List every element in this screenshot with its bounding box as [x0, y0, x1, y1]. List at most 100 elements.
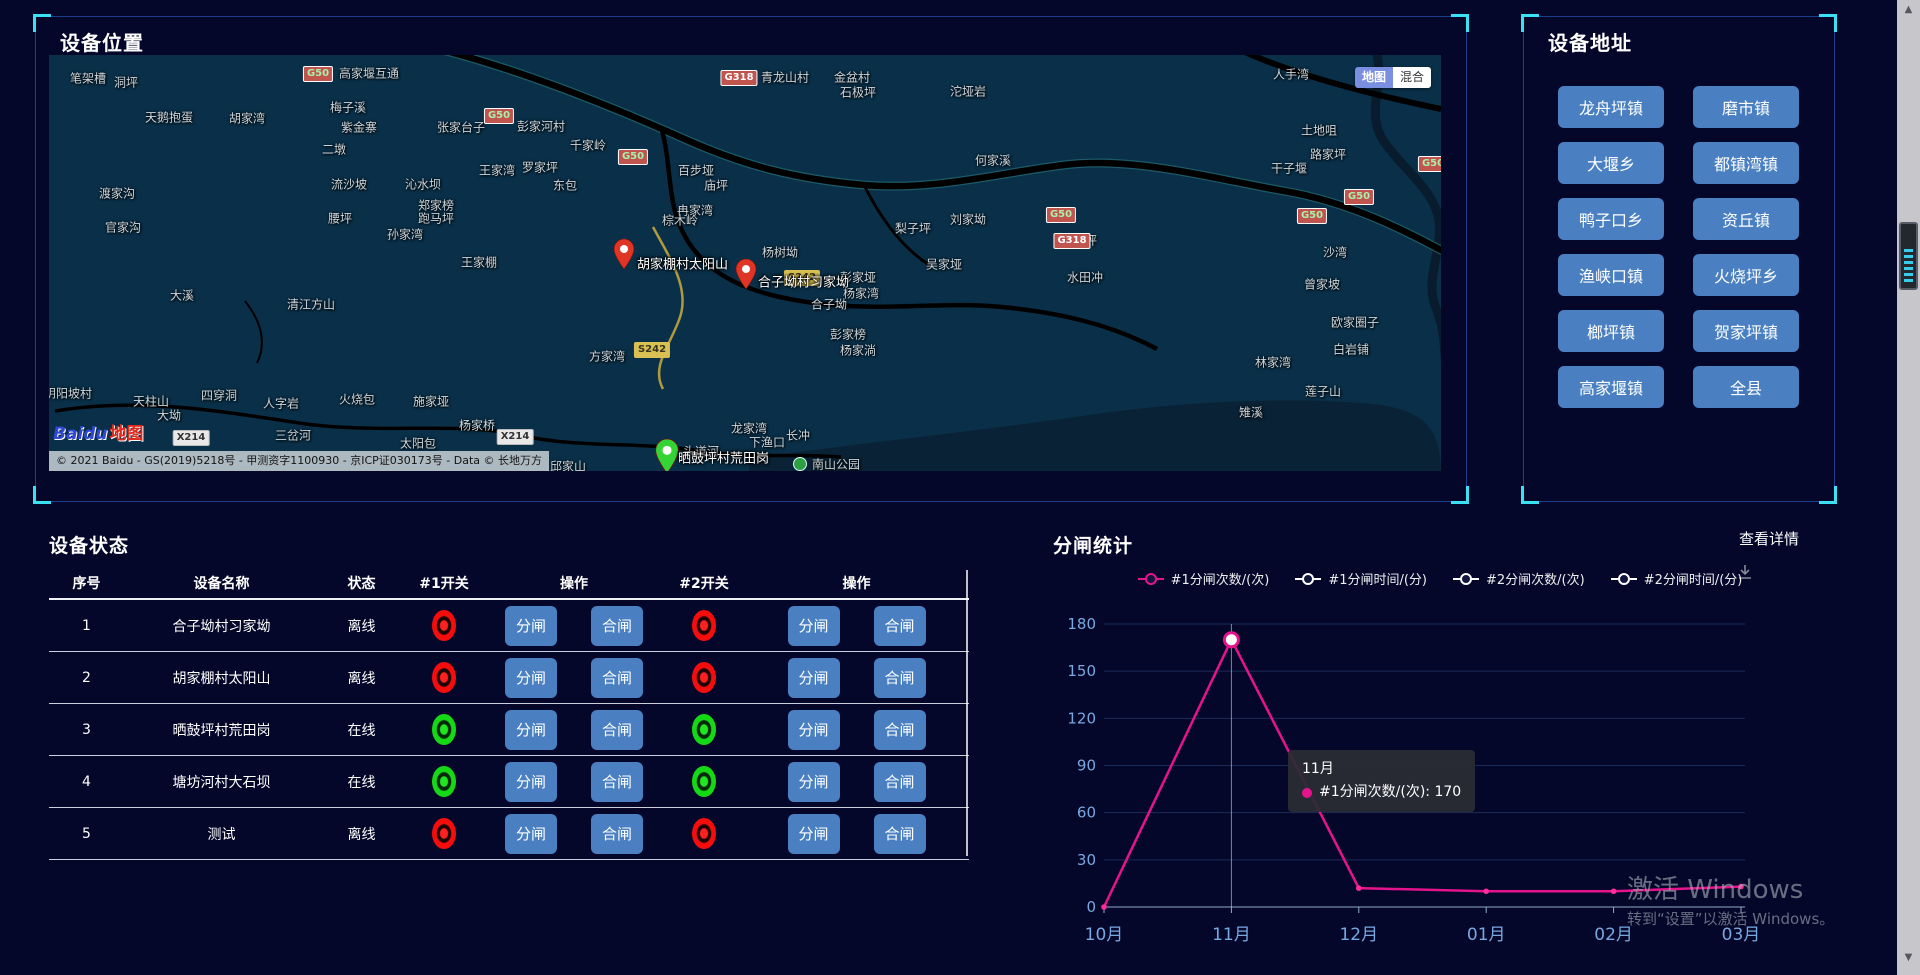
address-button-10[interactable]: 贺家坪镇	[1693, 310, 1799, 352]
operation2-cell: 分闸合闸	[744, 814, 969, 854]
map-place-label: 渡家沟	[99, 185, 135, 202]
close-switch2-button[interactable]: 合闸	[874, 606, 926, 646]
close-switch2-button[interactable]: 合闸	[874, 710, 926, 750]
open-switch1-button[interactable]: 分闸	[505, 658, 557, 698]
table-scrollbar[interactable]	[966, 570, 968, 856]
address-button-7[interactable]: 渔峡口镇	[1558, 254, 1664, 296]
legend-item-4[interactable]: #2分闸时间/(分)	[1611, 569, 1743, 588]
road-badge-G50: G50	[618, 149, 648, 165]
table-row: 1合子坳村习家坳离线分闸合闸分闸合闸	[49, 600, 969, 652]
map-type-toggle[interactable]: 地图 混合	[1355, 67, 1431, 88]
map-place-label: 沙湾	[1323, 244, 1347, 261]
address-button-2[interactable]: 磨市镇	[1693, 86, 1799, 128]
close-switch1-button[interactable]: 合闸	[591, 606, 643, 646]
open-switch1-button[interactable]: 分闸	[505, 710, 557, 750]
switch1-cell	[404, 610, 484, 641]
switch2-cell	[664, 818, 744, 849]
map-marker-red-icon[interactable]	[735, 259, 757, 289]
map-place-label: 王家湾	[479, 162, 515, 179]
tooltip-series-dot	[1302, 788, 1312, 798]
close-switch2-button[interactable]: 合闸	[874, 814, 926, 854]
open-switch2-button[interactable]: 分闸	[788, 814, 840, 854]
close-switch1-button[interactable]: 合闸	[591, 762, 643, 802]
table-header-row: 序号设备名称状态#1开关操作#2开关操作	[49, 568, 969, 600]
view-details-link[interactable]: 查看详情	[1739, 528, 1799, 549]
legend-item-2[interactable]: #1分闸时间/(分)	[1295, 569, 1427, 588]
map-place-label: 流沙坡	[331, 176, 367, 193]
open-switch2-button[interactable]: 分闸	[788, 658, 840, 698]
map-place-label: 官家沟	[105, 219, 141, 236]
address-button-9[interactable]: 榔坪镇	[1558, 310, 1664, 352]
legend-line-icon	[1611, 578, 1637, 580]
scrollbar-thumb[interactable]	[1899, 222, 1918, 290]
legend-line-icon	[1453, 578, 1479, 580]
map-type-map-button[interactable]: 地图	[1355, 67, 1393, 88]
open-switch1-button[interactable]: 分闸	[505, 814, 557, 854]
switch1-indicator-red	[432, 818, 456, 849]
close-switch1-button[interactable]: 合闸	[591, 710, 643, 750]
open-switch2-button[interactable]: 分闸	[788, 762, 840, 802]
address-button-6[interactable]: 资丘镇	[1693, 198, 1799, 240]
data-point	[1356, 885, 1362, 891]
close-switch2-button[interactable]: 合闸	[874, 762, 926, 802]
map-place-label: 水田冲	[1067, 269, 1103, 286]
switch1-cell	[404, 714, 484, 745]
page-scrollbar[interactable]: ▲ ▼	[1897, 0, 1920, 975]
open-switch2-button[interactable]: 分闸	[788, 606, 840, 646]
map-place-label: 火烧包	[339, 391, 375, 408]
x-tick-label: 01月	[1467, 925, 1506, 945]
address-button-8[interactable]: 火烧坪乡	[1693, 254, 1799, 296]
close-switch1-button[interactable]: 合闸	[591, 814, 643, 854]
operation1-cell: 分闸合闸	[484, 814, 664, 854]
road-badge-G318: G318	[1053, 233, 1090, 249]
map-place-label: 郑家榜	[418, 197, 454, 214]
device-name: 测试	[124, 824, 319, 844]
baidu-logo-map-text: 地图	[110, 424, 144, 444]
address-button-4[interactable]: 都镇湾镇	[1693, 142, 1799, 184]
map-place-label: 施家垭	[413, 393, 449, 410]
map-place-label: 莲子山	[1305, 383, 1341, 400]
legend-item-3[interactable]: #2分闸次数/(次)	[1453, 569, 1585, 588]
switch2-indicator-green	[692, 766, 716, 797]
map-place-label: 千家岭	[570, 137, 606, 154]
address-button-5[interactable]: 鸭子口乡	[1558, 198, 1664, 240]
corner-decoration	[1819, 14, 1837, 32]
switch1-cell	[404, 662, 484, 693]
open-switch1-button[interactable]: 分闸	[505, 762, 557, 802]
legend-dot-icon	[1618, 573, 1630, 585]
scrollbar-down-icon[interactable]: ▼	[1897, 952, 1920, 963]
address-button-3[interactable]: 大堰乡	[1558, 142, 1664, 184]
map-place-label: 杨家淌	[840, 342, 876, 359]
legend-label: #1分闸次数/(次)	[1171, 569, 1270, 588]
legend-item-1[interactable]: #1分闸次数/(次)	[1138, 569, 1270, 588]
scrollbar-up-icon[interactable]: ▲	[1897, 4, 1920, 15]
y-tick-label: 90	[1077, 757, 1096, 775]
map-place-label: 白岩铺	[1333, 341, 1369, 358]
map-place-label: 阴阳坡村	[49, 385, 92, 402]
road-badge-G50: G50	[303, 66, 333, 82]
table-row: 2胡家棚村太阳山离线分闸合闸分闸合闸	[49, 652, 969, 704]
map-place-label: 四穿洞	[201, 387, 237, 404]
baidu-logo[interactable]: Baidu地图	[53, 419, 144, 444]
road-badge-S242: S242	[634, 342, 670, 358]
map-marker-red-icon[interactable]	[613, 239, 635, 269]
close-switch2-button[interactable]: 合闸	[874, 658, 926, 698]
close-switch1-button[interactable]: 合闸	[591, 658, 643, 698]
baidu-map[interactable]: 地图 混合 Baidu地图 © 2021 Baidu - GS(2019)521…	[49, 55, 1441, 471]
status-text: 离线	[319, 824, 404, 844]
map-marker-label: 胡家棚村太阳山	[637, 254, 728, 273]
address-button-1[interactable]: 龙舟坪镇	[1558, 86, 1664, 128]
address-button-12[interactable]: 全县	[1693, 366, 1799, 408]
open-switch2-button[interactable]: 分闸	[788, 710, 840, 750]
map-place-label: 张家台子	[437, 119, 485, 136]
map-type-hybrid-button[interactable]: 混合	[1393, 67, 1431, 88]
map-marker-green-icon[interactable]	[654, 439, 680, 471]
address-button-11[interactable]: 高家堰镇	[1558, 366, 1664, 408]
map-attribution: © 2021 Baidu - GS(2019)5218号 - 甲测资字11009…	[49, 451, 549, 471]
map-place-label: 路家坪	[1310, 146, 1346, 163]
map-place-label: 罗家坪	[522, 159, 558, 176]
open-switch1-button[interactable]: 分闸	[505, 606, 557, 646]
map-place-label: 土地咀	[1301, 122, 1337, 139]
map-place-label: 彭家榜	[830, 326, 866, 343]
map-place-label: 腰坪	[328, 210, 352, 227]
